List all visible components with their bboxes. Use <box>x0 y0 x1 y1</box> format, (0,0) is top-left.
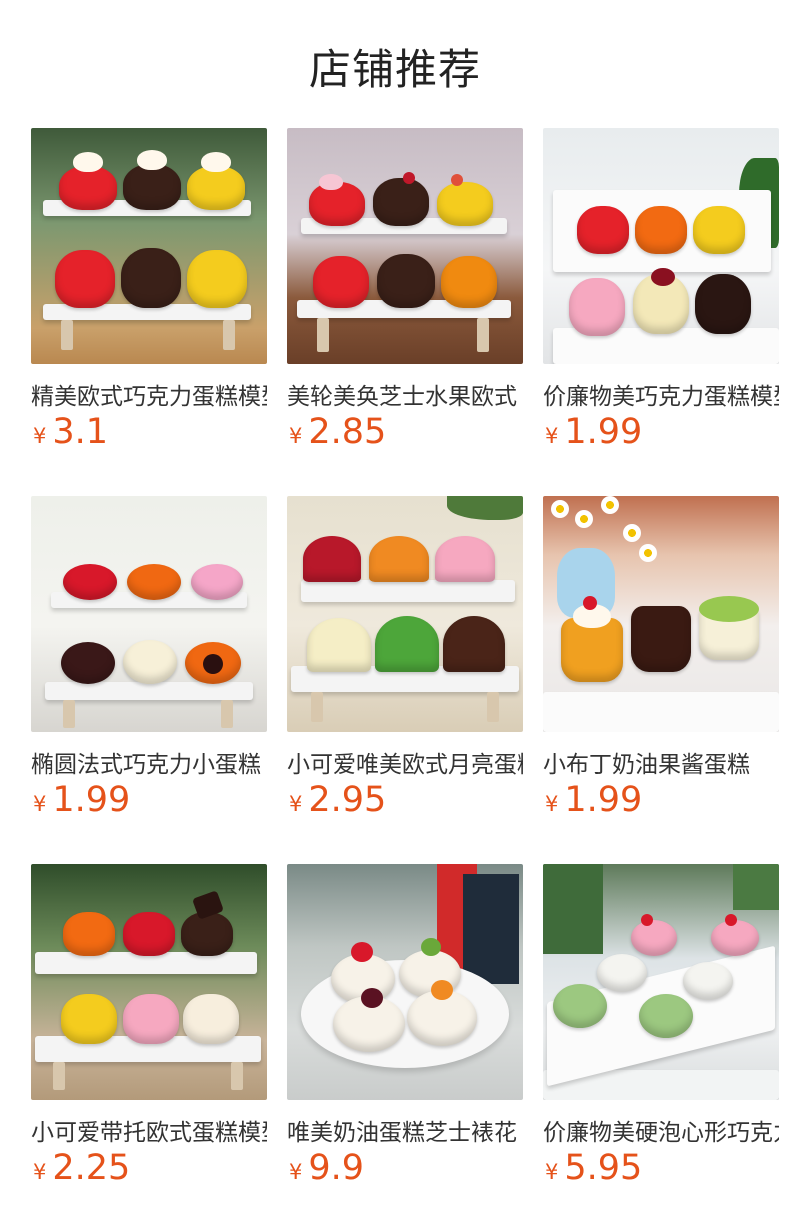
price-value: 2.95 <box>308 780 387 820</box>
product-image[interactable] <box>31 496 267 732</box>
product-price: ¥1.99 <box>545 780 642 820</box>
product-image[interactable] <box>543 128 779 364</box>
currency-symbol: ¥ <box>289 1160 303 1184</box>
product-price: ¥2.85 <box>289 412 386 452</box>
product-card[interactable]: 唯美奶油蛋糕芝士裱花 ¥9.9 <box>287 864 523 1232</box>
product-card[interactable]: 价廉物美硬泡心形巧克力 ¥5.95 <box>543 864 779 1232</box>
product-name[interactable]: 唯美奶油蛋糕芝士裱花 <box>287 1113 523 1147</box>
product-price: ¥1.99 <box>33 780 130 820</box>
product-card[interactable]: 精美欧式巧克力蛋糕模型 ¥3.1 <box>31 128 267 496</box>
product-price: ¥9.9 <box>289 1148 364 1188</box>
product-image[interactable] <box>543 496 779 732</box>
product-price: ¥5.95 <box>545 1148 642 1188</box>
product-name[interactable]: 价廉物美巧克力蛋糕模型 <box>543 377 779 411</box>
price-value: 3.1 <box>52 412 109 452</box>
product-name[interactable]: 价廉物美硬泡心形巧克力 <box>543 1113 779 1147</box>
product-card[interactable]: 小布丁奶油果酱蛋糕 ¥1.99 <box>543 496 779 864</box>
currency-symbol: ¥ <box>289 424 303 448</box>
currency-symbol: ¥ <box>33 1160 47 1184</box>
product-image[interactable] <box>543 864 779 1100</box>
product-name[interactable]: 小布丁奶油果酱蛋糕 <box>543 745 779 779</box>
currency-symbol: ¥ <box>545 792 559 816</box>
product-price: ¥3.1 <box>33 412 108 452</box>
product-image[interactable] <box>31 864 267 1100</box>
product-price: ¥1.99 <box>545 412 642 452</box>
product-image[interactable] <box>287 128 523 364</box>
currency-symbol: ¥ <box>545 1160 559 1184</box>
product-grid: 精美欧式巧克力蛋糕模型 ¥3.1 美轮美奂芝士水果欧式 ¥2.85 价廉物美巧克… <box>31 128 779 1232</box>
product-card[interactable]: 椭圆法式巧克力小蛋糕 ¥1.99 <box>31 496 267 864</box>
product-image[interactable] <box>31 128 267 364</box>
currency-symbol: ¥ <box>33 424 47 448</box>
currency-symbol: ¥ <box>289 792 303 816</box>
product-card[interactable]: 价廉物美巧克力蛋糕模型 ¥1.99 <box>543 128 779 496</box>
product-price: ¥2.25 <box>33 1148 130 1188</box>
product-image[interactable] <box>287 496 523 732</box>
product-price: ¥2.95 <box>289 780 386 820</box>
price-value: 1.99 <box>52 780 131 820</box>
product-card[interactable]: 美轮美奂芝士水果欧式 ¥2.85 <box>287 128 523 496</box>
price-value: 5.95 <box>564 1148 643 1188</box>
price-value: 9.9 <box>308 1148 365 1188</box>
product-name[interactable]: 小可爱唯美欧式月亮蛋糕 <box>287 745 523 779</box>
product-card[interactable]: 小可爱带托欧式蛋糕模型 ¥2.25 <box>31 864 267 1232</box>
currency-symbol: ¥ <box>545 424 559 448</box>
product-name[interactable]: 椭圆法式巧克力小蛋糕 <box>31 745 267 779</box>
price-value: 1.99 <box>564 412 643 452</box>
price-value: 2.25 <box>52 1148 131 1188</box>
product-name[interactable]: 小可爱带托欧式蛋糕模型 <box>31 1113 267 1147</box>
price-value: 2.85 <box>308 412 387 452</box>
currency-symbol: ¥ <box>33 792 47 816</box>
product-card[interactable]: 小可爱唯美欧式月亮蛋糕 ¥2.95 <box>287 496 523 864</box>
product-image[interactable] <box>287 864 523 1100</box>
product-name[interactable]: 美轮美奂芝士水果欧式 <box>287 377 523 411</box>
product-name[interactable]: 精美欧式巧克力蛋糕模型 <box>31 377 267 411</box>
price-value: 1.99 <box>564 780 643 820</box>
page-title: 店铺推荐 <box>308 45 481 94</box>
